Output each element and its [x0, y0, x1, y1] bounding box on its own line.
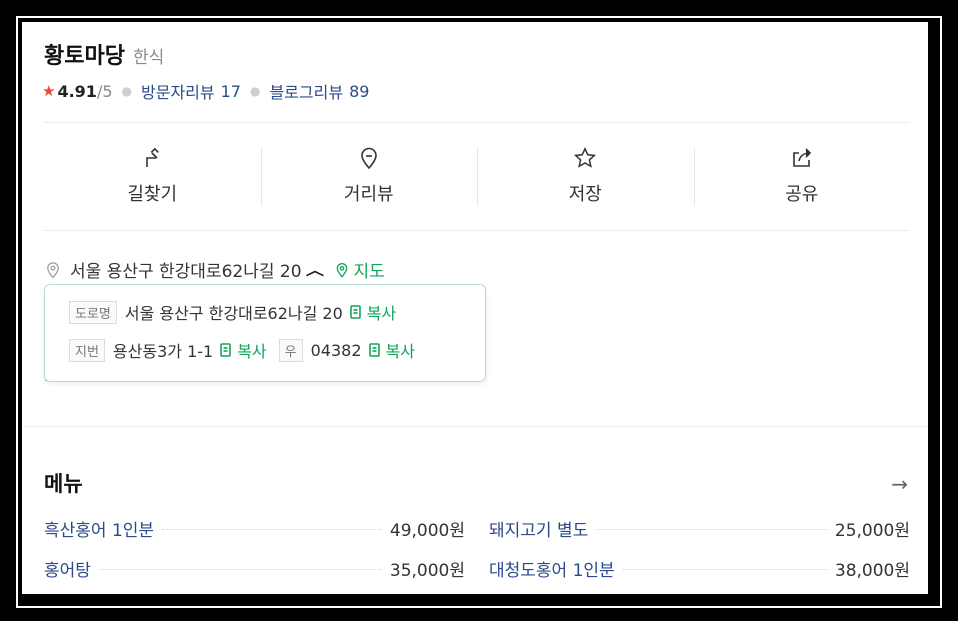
copy-label: 복사 [237, 342, 267, 361]
copy-icon [220, 343, 232, 357]
divider [44, 230, 910, 231]
menu-item-name: 홍어탕 [44, 561, 91, 581]
menu-item-price: 35,000원 [389, 561, 465, 581]
place-category: 한식 [132, 48, 165, 68]
street-view-label: 거리뷰 [343, 184, 394, 205]
blog-reviews-link[interactable]: 블로그리뷰 [269, 79, 343, 103]
copy-jibun-button[interactable]: 복사 [219, 338, 267, 362]
copy-icon [368, 343, 380, 357]
jibun-tag: 지번 [69, 338, 105, 362]
action-bar: 길찾기 거리뷰 저장 공유 [44, 140, 910, 212]
directions-button[interactable]: 길찾기 [44, 140, 261, 212]
directions-label: 길찾기 [127, 184, 178, 205]
title-row: 황토마당 한식 [44, 38, 164, 70]
share-button[interactable]: 공유 [693, 140, 911, 212]
blog-reviews-count[interactable]: 89 [349, 82, 369, 101]
place-name: 황토마당 [44, 44, 125, 69]
menu-item[interactable]: 돼지고기 별도 25,000원 [489, 516, 910, 541]
address-row[interactable]: 서울 용산구 한강대로62나길 20 ︿ 지도 [44, 257, 385, 282]
separator-dot: ● [249, 84, 261, 98]
separator-dot: ● [121, 84, 132, 98]
menu-item-name: 흑산홍어 1인분 [44, 521, 155, 541]
visitor-reviews-link[interactable]: 방문자리뷰 [141, 79, 215, 103]
copy-road-button[interactable]: 복사 [349, 300, 396, 324]
menu-item-name: 돼지고기 별도 [489, 521, 589, 541]
leader-line [596, 528, 827, 530]
rating-score: 4.91 [57, 81, 97, 101]
place-card: 황토마당 한식 ★ 4.91 /5 ● 방문자리뷰 17 ● 블로그리뷰 89 … [22, 22, 928, 594]
map-label: 지도 [353, 262, 385, 282]
map-pin-icon [336, 262, 347, 278]
copy-label: 복사 [385, 342, 415, 361]
road-address-tag: 도로명 [69, 300, 117, 324]
map-link[interactable]: 지도 [334, 257, 385, 282]
star-icon [573, 146, 597, 174]
jibun-address-text: 용산동3가 1-1 [112, 342, 214, 361]
location-pin-icon [44, 261, 62, 279]
menu-item-price: 25,000원 [834, 521, 910, 541]
menu-title: 메뉴 [44, 472, 83, 496]
directions-icon [140, 146, 164, 174]
menu-item[interactable]: 흑산홍어 1인분 49,000원 [44, 516, 465, 541]
save-button[interactable]: 저장 [477, 140, 694, 212]
rating-max: /5 [96, 81, 113, 101]
road-address-row: 도로명 서울 용산구 한강대로62나길 20 복사 [69, 300, 396, 324]
share-icon [790, 146, 814, 174]
zip-tag: 우 [278, 338, 303, 362]
zip-code: 04382 [310, 340, 362, 360]
chevron-up-icon[interactable]: ︿ [305, 260, 323, 280]
visitor-reviews-count[interactable]: 17 [221, 82, 241, 101]
menu-item-name: 대청도홍어 1인분 [489, 561, 615, 581]
jibun-address-row: 지번 용산동3가 1-1 복사 우 04382 복사 [69, 338, 415, 362]
menu-item[interactable]: 대청도홍어 1인분 38,000원 [489, 556, 910, 581]
copy-zip-button[interactable]: 복사 [368, 338, 415, 362]
leader-line [622, 568, 827, 570]
menu-item-price: 38,000원 [834, 561, 910, 581]
save-label: 저장 [568, 184, 602, 205]
share-label: 공유 [785, 184, 819, 205]
divider [44, 122, 910, 123]
address-detail-popup: 도로명 서울 용산구 한강대로62나길 20 복사 지번 용산동3가 1-1 복… [44, 284, 486, 382]
leader-line [98, 568, 382, 570]
copy-label: 복사 [366, 304, 397, 323]
road-address-text: 서울 용산구 한강대로62나길 20 [124, 304, 343, 323]
copy-icon [349, 305, 361, 319]
star-rating-icon: ★ [42, 82, 56, 100]
menu-item[interactable]: 홍어탕 35,000원 [44, 556, 465, 581]
leader-line [162, 528, 382, 530]
arrow-right-icon[interactable]: → [891, 472, 908, 496]
menu-item-price: 49,000원 [389, 521, 465, 541]
address-text: 서울 용산구 한강대로62나길 20 [70, 262, 302, 282]
street-view-button[interactable]: 거리뷰 [260, 140, 478, 212]
rating-row: ★ 4.91 /5 ● 방문자리뷰 17 ● 블로그리뷰 89 [42, 79, 369, 103]
street-view-icon [357, 146, 381, 174]
section-divider [22, 426, 928, 427]
